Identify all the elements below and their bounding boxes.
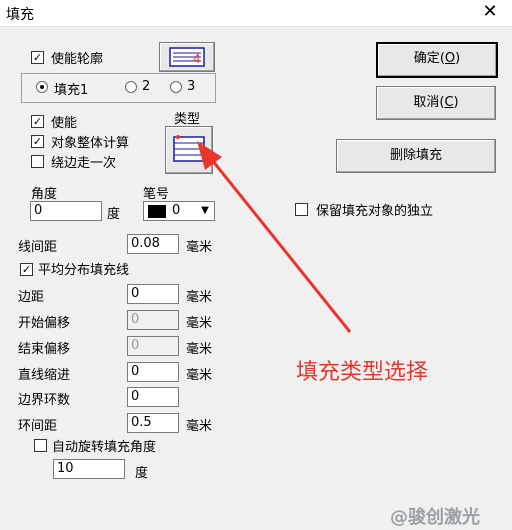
- annotation-text: 填充类型选择: [296, 360, 429, 385]
- watermark: @骏创激光: [390, 507, 480, 528]
- fill-dialog: 填充 ✕ ✓ 使能轮廓 4 填充1 2 3 ✓ 使能 ✓ 对象整体计算 绕边走一…: [0, 0, 512, 530]
- annotation-arrow: [197, 141, 352, 333]
